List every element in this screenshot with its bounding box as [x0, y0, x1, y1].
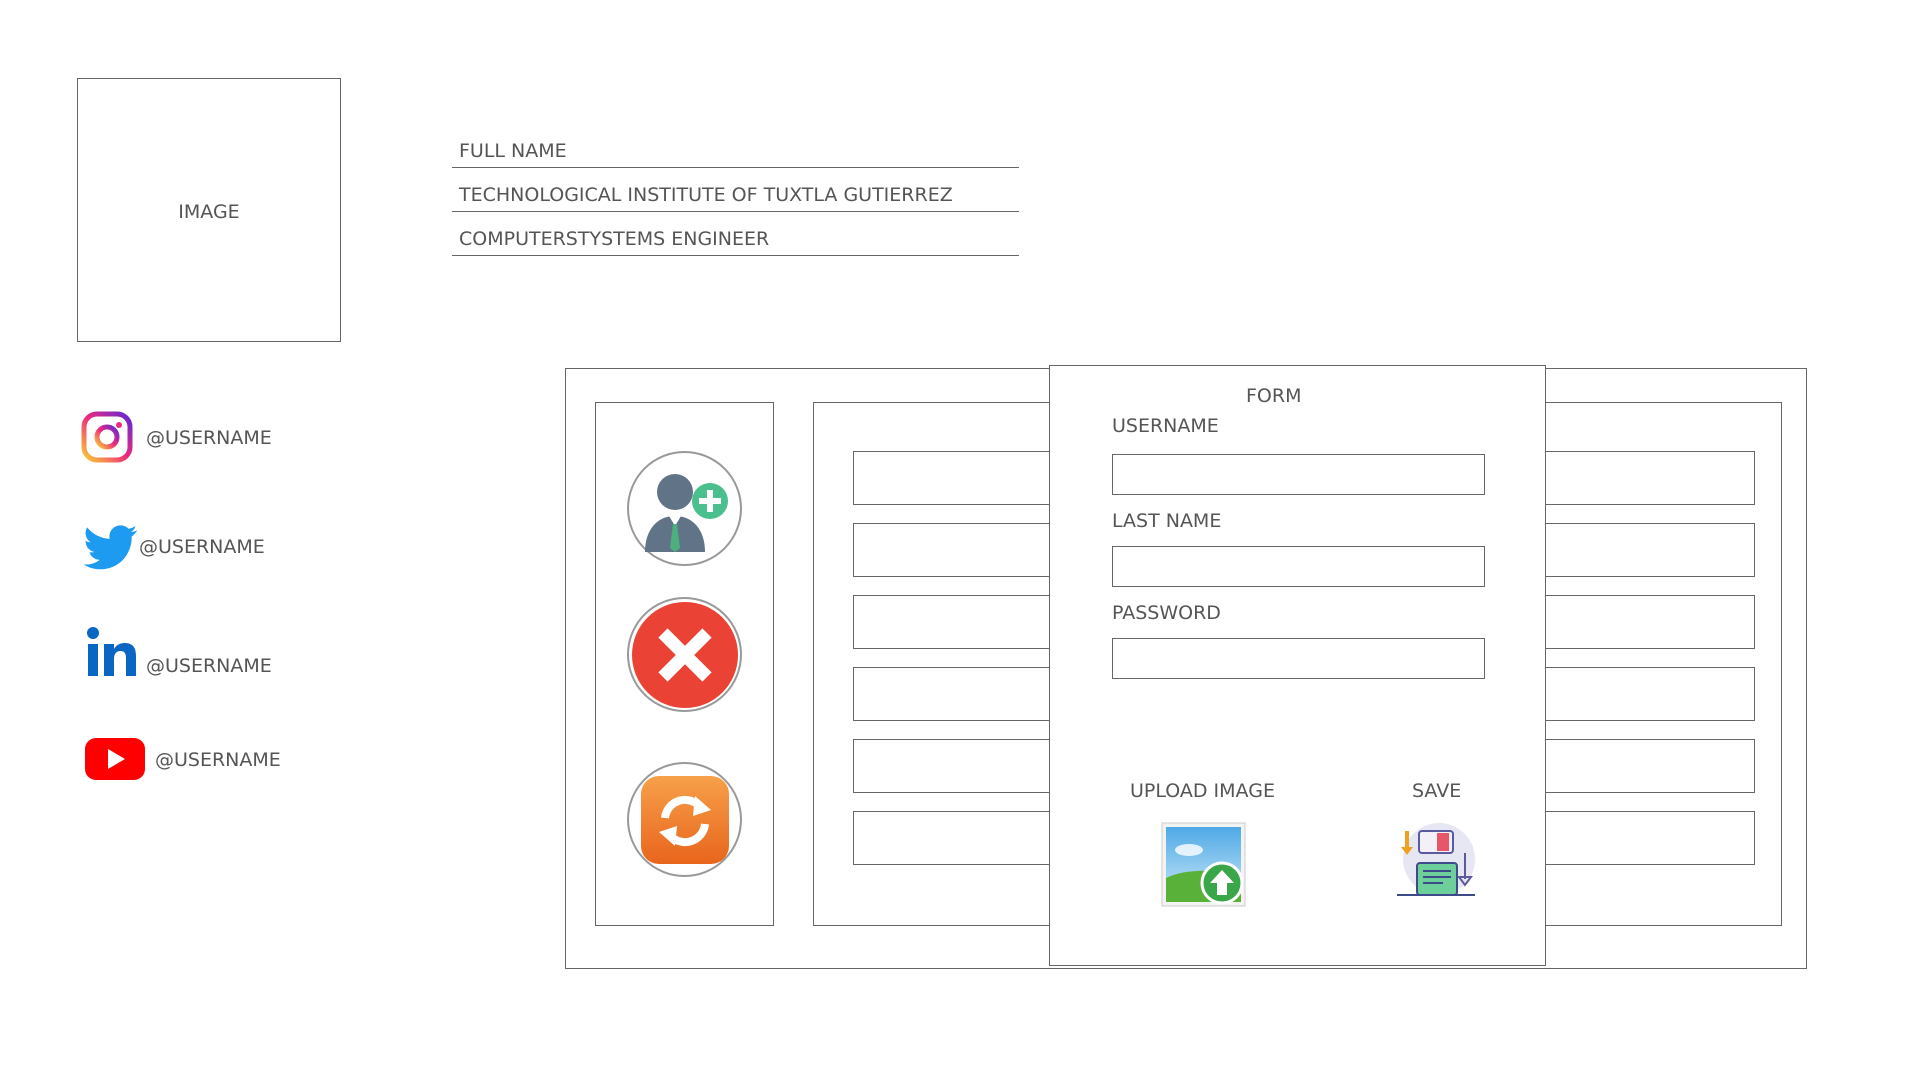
institute-field: TECHNOLOGICAL INSTITUTE OF TUXTLA GUTIER…	[452, 178, 1019, 212]
password-input[interactable]	[1112, 638, 1485, 679]
username-input[interactable]	[1112, 454, 1485, 495]
delete-button[interactable]	[627, 597, 742, 712]
instagram-username[interactable]: @USERNAME	[146, 427, 272, 449]
last-name-input[interactable]	[1112, 546, 1485, 587]
upload-image-button[interactable]	[1161, 822, 1246, 907]
linkedin-username[interactable]: @USERNAME	[146, 655, 272, 677]
upload-image-icon	[1161, 822, 1246, 907]
form-title: FORM	[1246, 385, 1302, 407]
twitter-username[interactable]: @USERNAME	[139, 536, 265, 558]
twitter-icon	[83, 525, 138, 570]
full-name-field: FULL NAME	[452, 134, 1019, 168]
last-name-label: LAST NAME	[1112, 510, 1222, 532]
password-label: PASSWORD	[1112, 602, 1221, 624]
add-user-icon	[644, 473, 728, 552]
close-icon	[631, 601, 738, 708]
profile-image[interactable]: IMAGE	[77, 78, 341, 342]
save-button[interactable]	[1393, 817, 1478, 902]
instagram-icon	[81, 411, 133, 463]
twitter-link[interactable]	[83, 520, 138, 578]
youtube-username[interactable]: @USERNAME	[155, 749, 281, 771]
refresh-icon	[640, 775, 729, 864]
save-label: SAVE	[1412, 780, 1462, 802]
refresh-button[interactable]	[627, 762, 742, 877]
youtube-link[interactable]	[84, 737, 146, 785]
career-field: COMPUTERSTYSTEMS ENGINEER	[452, 222, 1019, 256]
image-placeholder-label: IMAGE	[178, 201, 240, 223]
save-icon	[1397, 823, 1475, 896]
linkedin-icon	[87, 627, 136, 676]
add-user-button[interactable]	[627, 451, 742, 566]
linkedin-link[interactable]	[86, 624, 142, 684]
instagram-link[interactable]	[80, 410, 134, 468]
username-label: USERNAME	[1112, 415, 1219, 437]
upload-image-label: UPLOAD IMAGE	[1130, 780, 1275, 802]
youtube-icon	[85, 738, 145, 780]
